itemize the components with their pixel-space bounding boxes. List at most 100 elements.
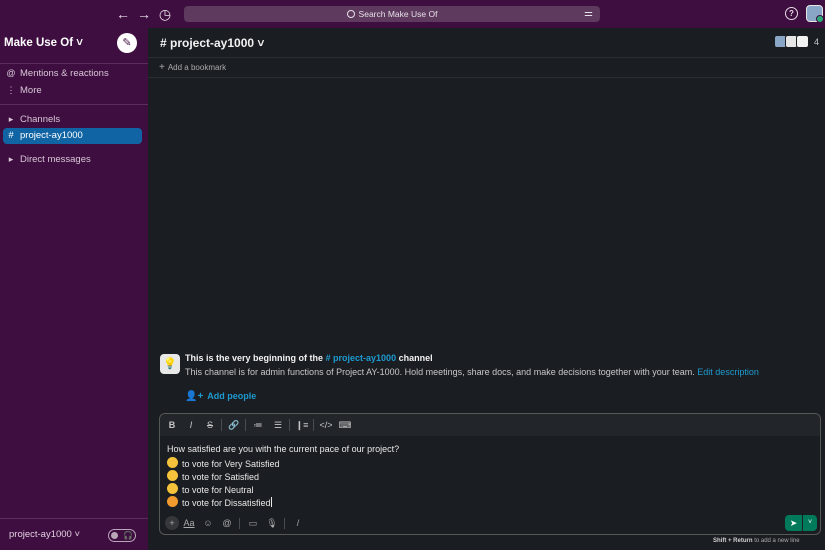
toggle-knob bbox=[111, 532, 118, 539]
channel-view: # project-ay1000 ˅ 4 + Add a bookmark 💡 T… bbox=[148, 28, 825, 550]
more-icon: ⋮ bbox=[6, 85, 16, 95]
blockquote-icon[interactable]: ❙≡ bbox=[295, 418, 309, 432]
divider bbox=[284, 518, 285, 529]
channel-description: This channel is for admin functions of P… bbox=[185, 367, 759, 377]
formatting-toolbar: B I S 🔗 ≔ ☰ ❙≡ </> ⌨ bbox=[160, 414, 820, 436]
message-composer[interactable]: B I S 🔗 ≔ ☰ ❙≡ </> ⌨ How satisfied are y… bbox=[159, 413, 821, 535]
user-avatar[interactable] bbox=[806, 5, 824, 23]
message-line: How satisfied are you with the current p… bbox=[167, 443, 399, 456]
history-icon[interactable]: ◷ bbox=[157, 6, 173, 22]
hint-text: to add a new line bbox=[754, 538, 800, 544]
footer-channel-switcher[interactable]: project-ay1000 ˅ bbox=[9, 529, 80, 540]
sidebar-item-label: project-ay1000 bbox=[20, 130, 83, 141]
italic-icon[interactable]: I bbox=[184, 418, 198, 432]
bold-icon[interactable]: B bbox=[165, 418, 179, 432]
sidebar-item-more[interactable]: ⋮ More bbox=[6, 82, 42, 98]
divider bbox=[313, 419, 314, 431]
hash-icon: # bbox=[8, 130, 14, 141]
divider bbox=[239, 518, 240, 529]
add-people-button[interactable]: 👤+ Add people bbox=[185, 391, 256, 402]
sidebar-item-label: Mentions & reactions bbox=[20, 68, 109, 79]
message-input[interactable]: How satisfied are you with the current p… bbox=[167, 443, 399, 508]
avatar bbox=[796, 35, 809, 48]
emoji-icon[interactable]: ☺ bbox=[201, 516, 215, 530]
divider bbox=[0, 63, 148, 64]
plus-icon: + bbox=[159, 62, 165, 73]
channel-link[interactable]: # project-ay1000 bbox=[326, 353, 397, 363]
intro-title-suffix: channel bbox=[398, 353, 433, 363]
headphones-icon: 🎧 bbox=[123, 531, 133, 540]
mention-icon[interactable]: @ bbox=[220, 516, 234, 530]
send-button[interactable]: ➤ bbox=[785, 515, 802, 531]
add-person-icon: 👤+ bbox=[185, 391, 204, 402]
divider bbox=[221, 419, 222, 431]
huddle-toggle[interactable]: 🎧 bbox=[108, 529, 136, 542]
hint-key: Shift + Return bbox=[713, 538, 753, 544]
channel-header: # project-ay1000 ˅ 4 bbox=[148, 28, 825, 58]
line-text: How satisfied are you with the current p… bbox=[167, 444, 400, 454]
microphone-icon[interactable]: 🎙 bbox=[265, 516, 279, 530]
sidebar-section-channels[interactable]: ▸ Channels bbox=[6, 111, 60, 127]
strikethrough-icon[interactable]: S bbox=[203, 418, 217, 432]
member-count: 4 bbox=[814, 37, 820, 47]
bulleted-list-icon[interactable]: ☰ bbox=[271, 418, 285, 432]
search-filter-icon[interactable]: ⚌ bbox=[584, 6, 593, 22]
channel-intro-title: This is the very beginning of the # proj… bbox=[185, 353, 433, 363]
newline-hint: Shift + Return to add a new line bbox=[713, 538, 800, 544]
code-icon[interactable]: </> bbox=[319, 418, 333, 432]
help-icon[interactable]: ? bbox=[785, 7, 798, 20]
shortcuts-icon[interactable]: / bbox=[291, 516, 305, 530]
bookmark-label: Add a bookmark bbox=[167, 63, 227, 72]
plus-icon[interactable]: + bbox=[165, 516, 179, 530]
code-block-icon[interactable]: ⌨ bbox=[338, 418, 352, 432]
grinning-face-emoji bbox=[167, 457, 178, 468]
add-bookmark-button[interactable]: + Add a bookmark bbox=[148, 58, 825, 78]
neutral-face-emoji bbox=[167, 483, 178, 494]
divider bbox=[289, 419, 290, 431]
message-line: to vote for Very Satisfied bbox=[167, 456, 399, 469]
edit-description-link[interactable]: Edit description bbox=[697, 367, 759, 377]
sidebar-section-direct-messages[interactable]: ▸ Direct messages bbox=[6, 151, 91, 167]
forward-arrow-icon[interactable]: → bbox=[136, 6, 152, 22]
line-text: to vote for Neutral bbox=[182, 485, 254, 495]
at-icon: @ bbox=[6, 68, 16, 78]
sidebar-item-mentions[interactable]: @ Mentions & reactions bbox=[6, 65, 109, 81]
text-cursor bbox=[270, 497, 272, 507]
search-bar[interactable]: Search Make Use Of ⚌ bbox=[184, 6, 600, 22]
sidebar-footer: project-ay1000 ˅ 🎧 bbox=[0, 518, 148, 550]
back-arrow-icon[interactable]: ← bbox=[115, 6, 131, 22]
caret-right-icon: ▸ bbox=[8, 154, 14, 164]
message-line: to vote for Satisfied bbox=[167, 469, 399, 482]
sidebar-item-label: More bbox=[20, 85, 42, 96]
format-toggle-icon[interactable]: Aa bbox=[182, 516, 196, 530]
message-line: to vote for Dissatisfied bbox=[167, 495, 399, 508]
line-text: to vote for Dissatisfied bbox=[182, 498, 271, 508]
sidebar: Make Use Of ˅ ✎ @ Mentions & reactions ⋮ M… bbox=[0, 28, 148, 550]
ordered-list-icon[interactable]: ≔ bbox=[251, 418, 265, 432]
lightbulb-icon: 💡 bbox=[160, 354, 180, 374]
link-icon[interactable]: 🔗 bbox=[227, 418, 241, 432]
smiling-face-emoji bbox=[167, 470, 178, 481]
message-line: to vote for Neutral bbox=[167, 482, 399, 495]
divider bbox=[0, 104, 148, 105]
composer-controls: + Aa ☺ @ ▭ 🎙 / ➤ ˅ bbox=[160, 514, 820, 534]
search-placeholder: Search Make Use Of bbox=[358, 9, 438, 19]
sidebar-item-project-ay1000[interactable]: # project-ay1000 bbox=[3, 128, 142, 144]
video-icon[interactable]: ▭ bbox=[246, 516, 260, 530]
workspace-name[interactable]: Make Use Of ˅ bbox=[4, 37, 83, 49]
divider bbox=[245, 419, 246, 431]
line-text: to vote for Very Satisfied bbox=[182, 459, 280, 469]
compose-icon[interactable]: ✎ bbox=[117, 33, 137, 53]
search-icon bbox=[346, 10, 355, 18]
sidebar-section-label: Direct messages bbox=[20, 154, 91, 165]
schedule-send-button[interactable]: ˅ bbox=[803, 515, 817, 531]
angry-face-emoji bbox=[167, 496, 178, 507]
description-text: This channel is for admin functions of P… bbox=[185, 367, 695, 377]
intro-title-prefix: This is the very beginning of the bbox=[185, 353, 324, 363]
top-bar: ← → ◷ Search Make Use Of ⚌ ? bbox=[0, 0, 825, 28]
caret-right-icon: ▸ bbox=[8, 114, 14, 124]
add-people-label: Add people bbox=[207, 391, 257, 401]
channel-title[interactable]: # project-ay1000 ˅ bbox=[160, 36, 264, 50]
line-text: to vote for Satisfied bbox=[182, 472, 260, 482]
sidebar-section-label: Channels bbox=[20, 114, 61, 125]
